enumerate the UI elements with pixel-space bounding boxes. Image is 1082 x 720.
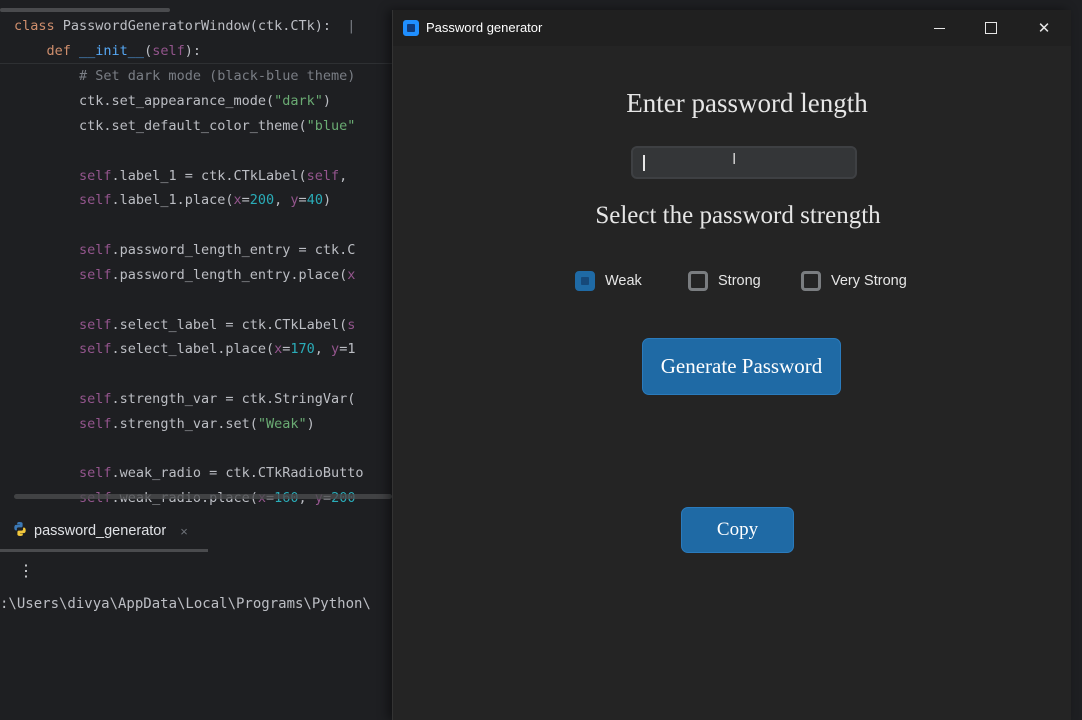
code-line[interactable]: # Set dark mode (black-blue theme): [14, 68, 355, 84]
code-line[interactable]: self.password_length_entry = ctk.C: [14, 242, 355, 258]
minimize-icon: [933, 27, 945, 29]
minimize-button[interactable]: [916, 10, 962, 46]
code-line[interactable]: def __init__(self):: [14, 43, 201, 59]
close-icon: ✕: [1037, 19, 1051, 37]
text-caret: [643, 155, 645, 171]
run-tab-close-icon[interactable]: ×: [180, 524, 188, 539]
code-line[interactable]: ctk.set_appearance_mode("dark"): [14, 93, 331, 109]
maximize-icon: [985, 22, 997, 34]
run-tab-active-indicator: [0, 549, 208, 552]
run-output-path: :\Users\divya\AppData\Local\Programs\Pyt…: [0, 596, 371, 612]
python-file-icon: [12, 521, 28, 541]
close-button[interactable]: ✕: [1021, 10, 1067, 46]
strong-radio-label: Strong: [718, 273, 761, 289]
editor-sticky-header-divider: [0, 63, 395, 64]
code-line[interactable]: self.password_length_entry.place(x: [14, 267, 355, 283]
code-line[interactable]: self.strength_var = ctk.StringVar(: [14, 391, 355, 407]
editor-top-scrollbar[interactable]: [0, 8, 170, 12]
ibeam-cursor-icon: I: [732, 150, 737, 168]
password-generator-window: Password generator ✕ Enter password leng…: [392, 10, 1071, 720]
password-strength-label: Select the password strength: [595, 202, 881, 229]
strong-radio-indicator[interactable]: [688, 271, 708, 291]
code-line[interactable]: self.strength_var.set("Weak"): [14, 416, 315, 432]
code-line[interactable]: class PasswordGeneratorWindow(ctk.CTk): …: [14, 18, 355, 34]
very-strong-radio[interactable]: Very Strong: [801, 271, 907, 291]
run-tab[interactable]: password_generator ×: [12, 521, 188, 541]
more-options-icon[interactable]: ⋮: [18, 561, 34, 581]
weak-radio[interactable]: Weak: [575, 271, 642, 291]
window-title: Password generator: [426, 20, 543, 35]
password-length-input[interactable]: I: [631, 146, 857, 179]
weak-radio-label: Weak: [605, 273, 642, 289]
code-line[interactable]: self.select_label.place(x=170, y=1: [14, 341, 355, 357]
app-icon: [403, 20, 419, 36]
code-line[interactable]: self.label_1 = ctk.CTkLabel(self,: [14, 168, 347, 184]
editor-horizontal-scrollbar[interactable]: [14, 494, 392, 499]
code-line[interactable]: self.weak_radio = ctk.CTkRadioButto: [14, 465, 363, 481]
copy-button[interactable]: Copy: [681, 507, 794, 553]
code-line[interactable]: self.select_label = ctk.CTkLabel(s: [14, 317, 355, 333]
generate-password-button[interactable]: Generate Password: [642, 338, 841, 395]
password-length-label: Enter password length: [626, 88, 868, 118]
code-line[interactable]: ctk.set_default_color_theme("blue": [14, 118, 355, 134]
code-line[interactable]: self.label_1.place(x=200, y=40): [14, 192, 331, 208]
run-tab-label: password_generator: [34, 523, 167, 539]
title-bar[interactable]: Password generator ✕: [393, 10, 1071, 46]
run-panel: password_generator × ⋮ :\Users\divya\App…: [0, 505, 395, 720]
very-strong-radio-indicator[interactable]: [801, 271, 821, 291]
very-strong-radio-label: Very Strong: [831, 273, 907, 289]
maximize-button[interactable]: [968, 10, 1014, 46]
strong-radio[interactable]: Strong: [688, 271, 761, 291]
ide-editor-pane: class PasswordGeneratorWindow(ctk.CTk): …: [0, 0, 395, 720]
weak-radio-indicator[interactable]: [575, 271, 595, 291]
